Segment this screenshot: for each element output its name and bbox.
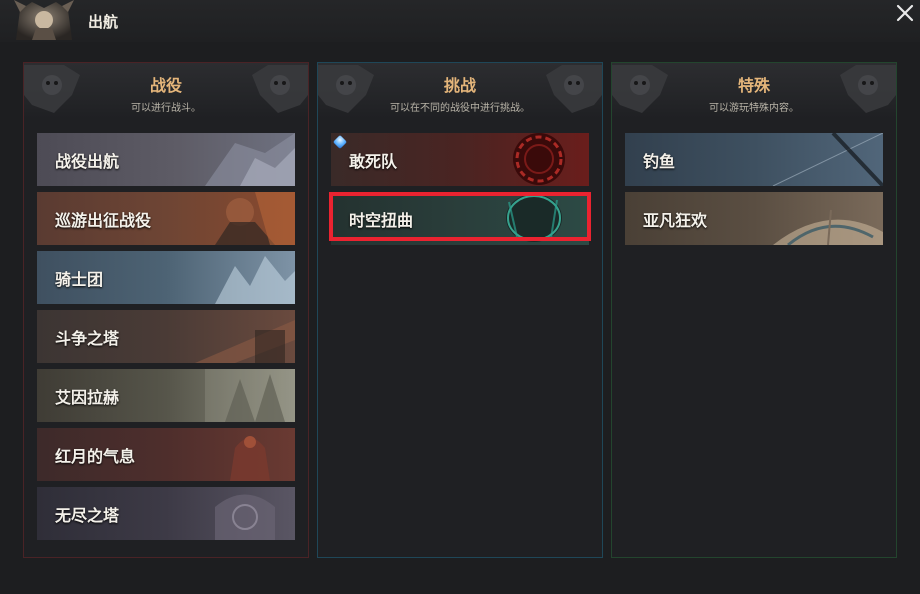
rift-art-icon xyxy=(506,194,562,242)
sortie-window: 出航 战役 可以进行战斗。 战役出航 巡游出征战役 骑士团 斗争之塔 艾因拉赫 … xyxy=(0,0,920,594)
close-icon[interactable] xyxy=(894,2,916,24)
menu-item-campaign-sortie[interactable]: 战役出航 xyxy=(37,133,295,186)
window-title: 出航 xyxy=(88,13,119,31)
panel-header: 特殊 可以游玩特殊内容。 xyxy=(612,63,896,118)
menu-item-label: 时空扭曲 xyxy=(349,211,414,230)
menu-item-time-warp[interactable]: 时空扭曲 xyxy=(331,192,589,245)
knight-art-icon xyxy=(215,192,295,245)
menu-item-endless-tower[interactable]: 无尽之塔 xyxy=(37,487,295,540)
panel-title: 战役 xyxy=(149,76,182,95)
new-gem-icon xyxy=(332,134,348,150)
panel-subtitle: 可以游玩特殊内容。 xyxy=(709,103,799,114)
menu-item-suicide-squad[interactable]: 敢死队 xyxy=(331,133,589,186)
forest-art-icon xyxy=(205,369,295,422)
bell-tower-art-icon xyxy=(230,436,270,481)
menu-item-red-moon[interactable]: 红月的气息 xyxy=(37,428,295,481)
menu-item-label: 巡游出征战役 xyxy=(55,211,152,230)
tent-art-icon xyxy=(773,209,883,245)
menu-item-tower-of-strife[interactable]: 斗争之塔 xyxy=(37,310,295,363)
menu-item-fishing[interactable]: 钓鱼 xyxy=(625,133,883,186)
panel-subtitle: 可以进行战斗。 xyxy=(131,103,201,114)
menu-item-label: 骑士团 xyxy=(55,270,104,289)
menu-item-label: 艾因拉赫 xyxy=(55,388,120,407)
menu-item-label: 敢死队 xyxy=(349,152,398,171)
panel-special: 特殊 可以游玩特殊内容。 钓鱼 亚凡狂欢 xyxy=(611,62,897,558)
panel-title: 特殊 xyxy=(737,76,770,95)
panel-subtitle: 可以在不同的战役中进行挑战。 xyxy=(390,103,530,114)
titlebar: 出航 xyxy=(0,0,920,42)
menu-item-label: 斗争之塔 xyxy=(55,329,120,348)
ice-art-icon xyxy=(215,256,295,304)
menu-item-label: 钓鱼 xyxy=(643,152,676,171)
campaign-art-icon xyxy=(205,133,295,186)
fishing-rod-art-icon xyxy=(772,133,883,186)
character-emblem-icon xyxy=(14,0,74,40)
menu-item-label: 无尽之塔 xyxy=(55,506,120,525)
gate-art-icon xyxy=(215,494,275,540)
panel-challenge: 挑战 可以在不同的战役中进行挑战。 敢死队 时空扭曲 xyxy=(317,62,603,558)
menu-item-cruise-campaign[interactable]: 巡游出征战役 xyxy=(37,192,295,245)
menu-item-label: 亚凡狂欢 xyxy=(643,211,708,230)
panel-header: 挑战 可以在不同的战役中进行挑战。 xyxy=(318,63,602,118)
menu-item-einrach[interactable]: 艾因拉赫 xyxy=(37,369,295,422)
menu-item-avan-carnival[interactable]: 亚凡狂欢 xyxy=(625,192,883,245)
panel-title: 挑战 xyxy=(443,76,476,95)
menu-item-label: 战役出航 xyxy=(55,152,120,171)
portal-art-icon xyxy=(513,133,565,185)
menu-item-knights[interactable]: 骑士团 xyxy=(37,251,295,304)
panel-campaign: 战役 可以进行战斗。 战役出航 巡游出征战役 骑士团 斗争之塔 艾因拉赫 红月的… xyxy=(23,62,309,558)
tower-art-icon xyxy=(195,320,295,363)
panel-header: 战役 可以进行战斗。 xyxy=(24,63,308,118)
menu-item-label: 红月的气息 xyxy=(55,447,136,466)
